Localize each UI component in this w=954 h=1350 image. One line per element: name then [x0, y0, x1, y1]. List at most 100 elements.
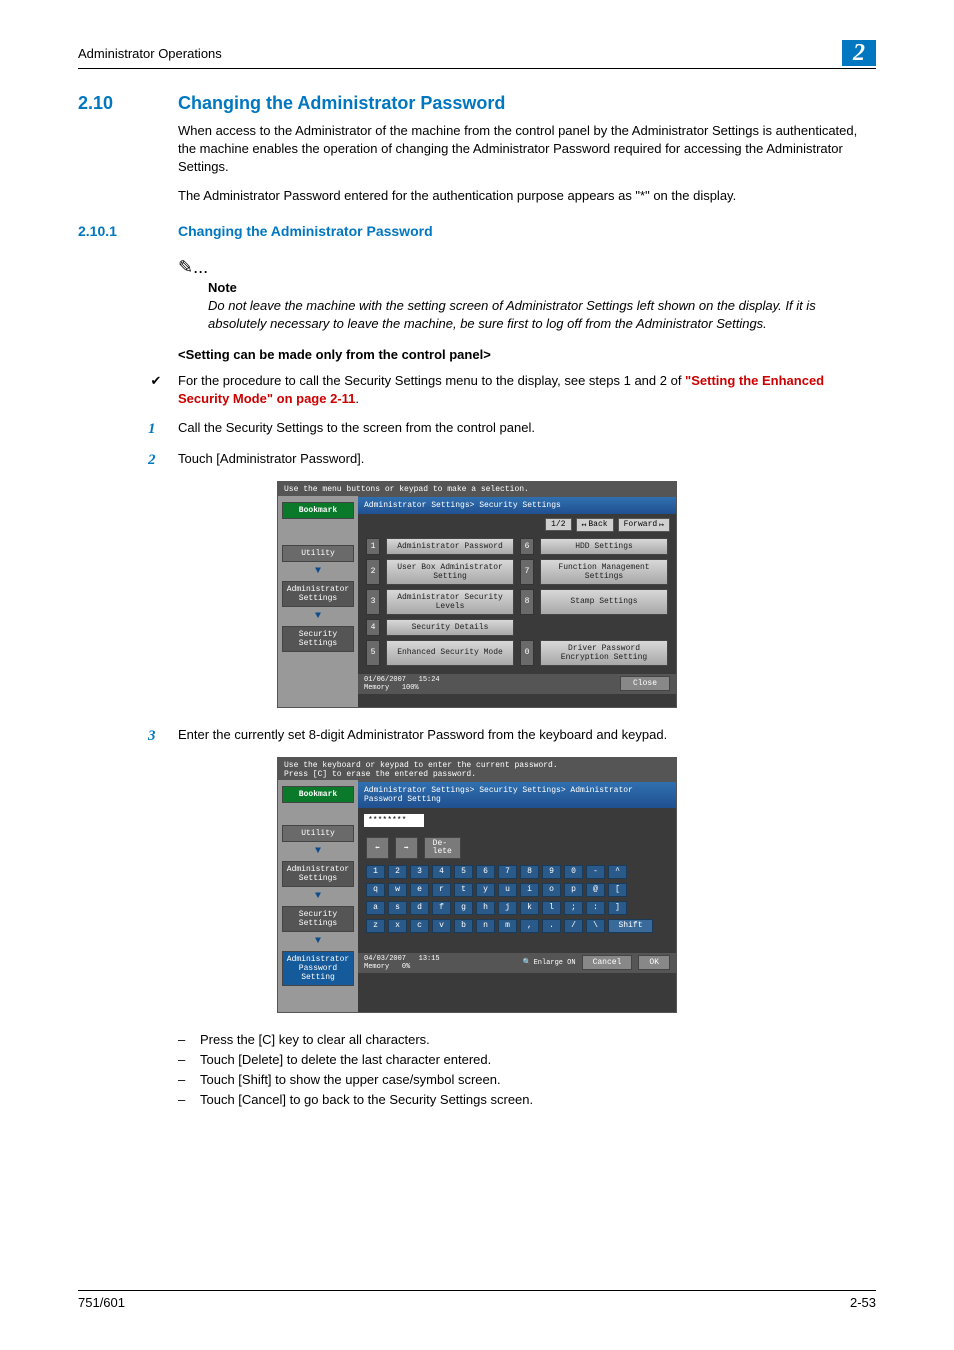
admin-pw-setting-button[interactable]: Administrator Password Setting [282, 951, 354, 986]
key[interactable]: ^ [608, 865, 627, 879]
admin-password-button[interactable]: Administrator Password [386, 538, 514, 555]
step-number: 1 [148, 419, 164, 440]
utility-button[interactable]: Utility [282, 545, 354, 562]
arrow-down-icon: ▼ [278, 611, 358, 622]
key[interactable]: v [432, 919, 451, 933]
bookmark-button[interactable]: Bookmark [282, 502, 354, 519]
cancel-button[interactable]: Cancel [582, 955, 633, 970]
admin-settings-button[interactable]: Administrator Settings [282, 861, 354, 887]
admin-settings-button[interactable]: Administrator Settings [282, 581, 354, 607]
sh-sidebar: Bookmark Utility ▼ Administrator Setting… [278, 496, 358, 707]
dash-icon: – [178, 1071, 190, 1089]
key[interactable]: 8 [520, 865, 539, 879]
step-text: Enter the currently set 8-digit Administ… [178, 726, 667, 747]
key[interactable]: o [542, 883, 561, 897]
user-box-admin-button[interactable]: User Box Administrator Setting [386, 559, 514, 585]
proc-intro-suffix: . [355, 391, 359, 406]
note-text: Do not leave the machine with the settin… [208, 297, 876, 333]
shift-button[interactable]: Shift [608, 919, 653, 933]
step-1: 1 Call the Security Settings to the scre… [148, 419, 876, 440]
sub-step: Touch [Shift] to show the upper case/sym… [200, 1071, 501, 1089]
dash-icon: – [178, 1091, 190, 1109]
key[interactable]: : [586, 901, 605, 915]
utility-button[interactable]: Utility [282, 825, 354, 842]
hdd-settings-button[interactable]: HDD Settings [540, 538, 668, 555]
password-input[interactable]: ******** [364, 814, 424, 827]
key[interactable]: f [432, 901, 451, 915]
back-button[interactable]: ↤ Back [576, 518, 614, 532]
bookmark-button[interactable]: Bookmark [282, 786, 354, 803]
menu-num: 1 [366, 538, 380, 555]
key[interactable]: s [388, 901, 407, 915]
key[interactable]: u [498, 883, 517, 897]
key[interactable]: \ [586, 919, 605, 933]
section-title: Changing the Administrator Password [178, 93, 505, 114]
key[interactable]: 3 [410, 865, 429, 879]
security-details-button[interactable]: Security Details [386, 619, 514, 636]
key[interactable]: y [476, 883, 495, 897]
key[interactable]: 6 [476, 865, 495, 879]
key[interactable]: g [454, 901, 473, 915]
function-mgmt-button[interactable]: Function Management Settings [540, 559, 668, 585]
key[interactable]: 2 [388, 865, 407, 879]
close-button[interactable]: Close [620, 676, 670, 691]
key[interactable]: 5 [454, 865, 473, 879]
keyboard-row-1: 1 2 3 4 5 6 7 8 9 0 - ^ [358, 863, 676, 881]
enlarge-toggle[interactable]: 🔍 Enlarge ON [523, 958, 576, 967]
right-arrow-button[interactable]: ➡ [395, 837, 418, 859]
ok-button[interactable]: OK [638, 955, 670, 970]
key[interactable]: ; [564, 901, 583, 915]
keyboard-row-4: z x c v b n m , . / \ Shift [358, 917, 676, 935]
footer-right: 2-53 [850, 1295, 876, 1310]
key[interactable]: z [366, 919, 385, 933]
footer-mem-pct: 0% [402, 963, 410, 971]
forward-button[interactable]: Forward ↦ [618, 518, 670, 532]
section-heading: 2.10 Changing the Administrator Password [78, 93, 876, 114]
key[interactable]: l [542, 901, 561, 915]
footer-mem-label: Memory [364, 963, 389, 971]
key[interactable]: x [388, 919, 407, 933]
key[interactable]: a [366, 901, 385, 915]
key[interactable]: w [388, 883, 407, 897]
key[interactable]: 4 [432, 865, 451, 879]
key[interactable]: 1 [366, 865, 385, 879]
key[interactable]: @ [586, 883, 605, 897]
key[interactable]: 0 [564, 865, 583, 879]
key[interactable]: - [586, 865, 605, 879]
key[interactable]: p [564, 883, 583, 897]
key[interactable]: k [520, 901, 539, 915]
menu-num: 7 [520, 559, 534, 585]
key[interactable]: h [476, 901, 495, 915]
key[interactable]: i [520, 883, 539, 897]
key[interactable]: r [432, 883, 451, 897]
key[interactable]: d [410, 901, 429, 915]
key[interactable]: b [454, 919, 473, 933]
key[interactable]: . [542, 919, 561, 933]
key[interactable]: e [410, 883, 429, 897]
driver-pw-encrypt-button[interactable]: Driver Password Encryption Setting [540, 640, 668, 666]
admin-sec-levels-button[interactable]: Administrator Security Levels [386, 589, 514, 615]
key[interactable]: n [476, 919, 495, 933]
security-settings-button[interactable]: Security Settings [282, 906, 354, 932]
key[interactable]: c [410, 919, 429, 933]
key[interactable]: j [498, 901, 517, 915]
enhanced-security-button[interactable]: Enhanced Security Mode [386, 640, 514, 666]
check-icon: ✔ [148, 372, 164, 408]
key[interactable]: q [366, 883, 385, 897]
left-arrow-button[interactable]: ⬅ [366, 837, 389, 859]
menu-num: 6 [520, 538, 534, 555]
key[interactable]: 9 [542, 865, 561, 879]
stamp-settings-button[interactable]: Stamp Settings [540, 589, 668, 615]
breadcrumb: Administrator Settings> Security Setting… [358, 782, 676, 808]
key[interactable]: t [454, 883, 473, 897]
key[interactable]: m [498, 919, 517, 933]
footer-date: 04/03/2007 [364, 955, 406, 963]
intro-para-2: The Administrator Password entered for t… [178, 187, 876, 205]
key[interactable]: 7 [498, 865, 517, 879]
key[interactable]: , [520, 919, 539, 933]
key[interactable]: ] [608, 901, 627, 915]
key[interactable]: [ [608, 883, 627, 897]
key[interactable]: / [564, 919, 583, 933]
delete-button[interactable]: De- lete [424, 837, 461, 859]
security-settings-button[interactable]: Security Settings [282, 626, 354, 652]
